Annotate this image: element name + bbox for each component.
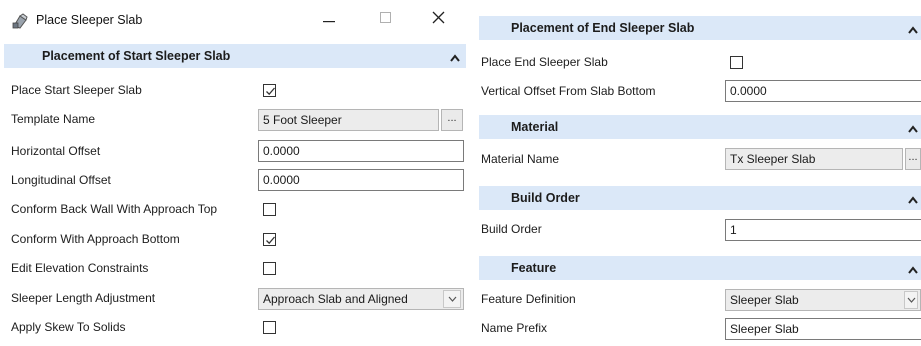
place-end-label: Place End Sleeper Slab [481,55,608,69]
apply-skew-checkbox[interactable] [263,321,276,334]
minimize-button[interactable] [307,6,351,32]
conform-back-wall-checkbox[interactable] [263,203,276,216]
place-start-label: Place Start Sleeper Slab [11,83,142,97]
title-bar[interactable]: Place Sleeper Slab [0,0,471,40]
close-button[interactable] [416,6,460,32]
maximize-button[interactable] [363,6,407,32]
place-sleeper-slab-dialog: Place Sleeper Slab Placement of Start Sl… [0,0,471,346]
place-end-checkbox[interactable] [730,56,743,69]
maximize-icon [379,12,391,26]
minimize-icon [323,12,335,26]
longitudinal-offset-label: Longitudinal Offset [11,173,111,187]
material-name-field[interactable]: Tx Sleeper Slab [725,148,903,170]
place-start-checkbox[interactable] [263,84,276,97]
apply-skew-label: Apply Skew To Solids [11,320,126,334]
sleeper-length-dropdown[interactable]: Approach Slab and Aligned [258,288,464,310]
edit-elevation-label: Edit Elevation Constraints [11,261,149,275]
chevron-down-icon[interactable] [443,290,461,308]
sleeper-slab-app-icon [11,12,29,30]
feature-section-title: Feature [511,261,557,275]
collapse-chevron-up-icon[interactable] [908,23,918,34]
horizontal-offset-field[interactable]: 0.0000 [258,140,464,162]
end-section-header[interactable]: Placement of End Sleeper Slab [479,16,921,40]
vertical-offset-label: Vertical Offset From Slab Bottom [481,84,656,98]
template-name-label: Template Name [11,112,96,126]
sleeper-length-value: Approach Slab and Aligned [263,292,408,306]
end-sleeper-panel: Placement of End Sleeper Slab Place End … [479,0,921,346]
edit-elevation-checkbox[interactable] [263,262,276,275]
conform-approach-bottom-checkbox[interactable] [263,233,276,246]
name-prefix-label: Name Prefix [481,321,548,335]
longitudinal-offset-field[interactable]: 0.0000 [258,169,464,191]
collapse-chevron-up-icon[interactable] [908,193,918,204]
feature-definition-value: Sleeper Slab [730,293,799,307]
collapse-chevron-up-icon[interactable] [908,263,918,274]
feature-definition-label: Feature Definition [481,292,576,306]
build-order-section-title: Build Order [511,191,580,205]
conform-approach-bottom-label: Conform With Approach Bottom [11,232,180,246]
start-section-header[interactable]: Placement of Start Sleeper Slab [4,44,466,68]
window-title: Place Sleeper Slab [36,13,143,27]
build-order-label: Build Order [481,222,542,236]
start-section-title: Placement of Start Sleeper Slab [42,49,231,63]
conform-back-wall-label: Conform Back Wall With Approach Top [11,202,218,216]
build-order-field[interactable]: 1 [725,219,921,241]
name-prefix-field[interactable]: Sleeper Slab [725,318,921,340]
vertical-offset-field[interactable]: 0.0000 [725,80,921,102]
collapse-chevron-up-icon[interactable] [450,51,460,62]
material-name-label: Material Name [481,152,560,166]
template-name-field[interactable]: 5 Foot Sleeper [258,109,439,131]
collapse-chevron-up-icon[interactable] [908,122,918,133]
template-browse-button[interactable]: ... [441,109,463,131]
end-section-title: Placement of End Sleeper Slab [511,21,695,35]
close-icon [432,11,445,27]
sleeper-length-label: Sleeper Length Adjustment [11,291,156,305]
material-section-header[interactable]: Material [479,115,921,139]
horizontal-offset-label: Horizontal Offset [11,144,101,158]
feature-definition-dropdown[interactable]: Sleeper Slab [725,289,921,311]
material-browse-button[interactable]: ... [905,148,921,170]
build-order-section-header[interactable]: Build Order [479,186,921,210]
feature-section-header[interactable]: Feature [479,256,921,280]
material-section-title: Material [511,120,559,134]
chevron-down-icon[interactable] [904,291,918,309]
